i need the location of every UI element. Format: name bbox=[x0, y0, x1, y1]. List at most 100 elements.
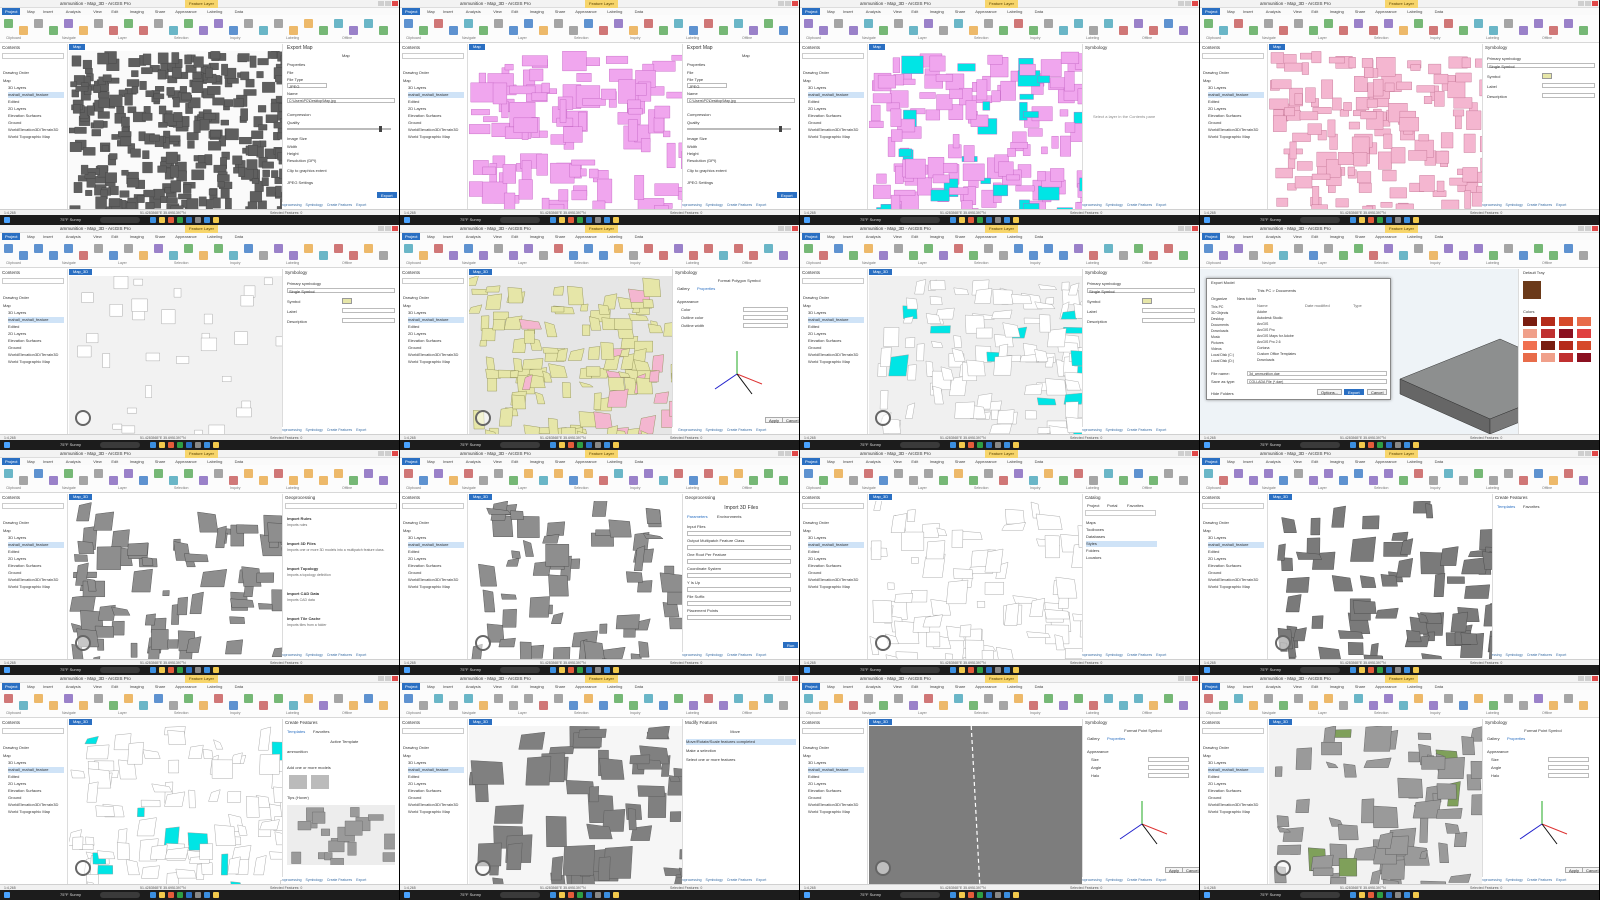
contents-layer-item[interactable]: Elevation Surfaces bbox=[408, 338, 464, 344]
ribbon-tab-map[interactable]: Map bbox=[27, 684, 35, 689]
contents-layer-item[interactable]: WorldElevation3D/Terrain3D bbox=[8, 577, 64, 583]
contents-layer-item[interactable]: mahall_mahall_feature bbox=[408, 317, 464, 323]
ribbon-tool-icon[interactable] bbox=[614, 469, 623, 478]
ribbon-tool-icon[interactable] bbox=[79, 251, 88, 260]
ribbon-tool-icon[interactable] bbox=[34, 469, 43, 478]
ribbon-tool-icon[interactable] bbox=[364, 19, 373, 28]
windows-start-icon[interactable] bbox=[404, 217, 410, 223]
ribbon-tab-analysis[interactable]: Analysis bbox=[866, 234, 881, 239]
ribbon-tab-project[interactable]: Project bbox=[2, 458, 21, 465]
ribbon-tool-icon[interactable] bbox=[1549, 26, 1558, 35]
ribbon-tab-share[interactable]: Share bbox=[1355, 684, 1366, 689]
taskbar-app-icon[interactable] bbox=[168, 667, 174, 673]
map-canvas[interactable] bbox=[469, 276, 672, 434]
taskbar-app-icon[interactable] bbox=[195, 892, 201, 898]
ribbon-tool-icon[interactable] bbox=[1089, 251, 1098, 260]
ribbon-tool-icon[interactable] bbox=[494, 694, 503, 703]
ribbon-tool-icon[interactable] bbox=[1074, 19, 1083, 28]
contents-layer-item[interactable]: 3D Layers bbox=[408, 760, 464, 766]
taskbar-app-icon[interactable] bbox=[1395, 892, 1401, 898]
taskbar-app-icon[interactable] bbox=[1386, 442, 1392, 448]
color-swatch[interactable] bbox=[1559, 329, 1573, 338]
ribbon-tool-icon[interactable] bbox=[1354, 694, 1363, 703]
bottom-tab-create-features[interactable]: Create Features bbox=[727, 203, 752, 207]
file-name-input[interactable]: 3d_ammunition.dae bbox=[1247, 371, 1387, 376]
ribbon-tool-icon[interactable] bbox=[109, 251, 118, 260]
contents-search-input[interactable] bbox=[2, 53, 64, 59]
ribbon-tab-project[interactable]: Project bbox=[402, 233, 421, 240]
contents-layer-item[interactable]: Map bbox=[3, 528, 59, 534]
ribbon-tab-labeling[interactable]: Labeling bbox=[1007, 9, 1022, 14]
nav-item[interactable]: Pictures bbox=[1211, 341, 1224, 345]
ribbon-tool-icon[interactable] bbox=[1294, 19, 1303, 28]
ribbon-tool-icon[interactable] bbox=[554, 469, 563, 478]
ribbon-tool-icon[interactable] bbox=[509, 701, 518, 710]
taskbar-app-icon[interactable] bbox=[1386, 217, 1392, 223]
ribbon-tool-icon[interactable] bbox=[49, 701, 58, 710]
contents-layer-item[interactable]: Edited bbox=[1208, 774, 1264, 780]
bottom-tab-export[interactable]: Export bbox=[1156, 878, 1166, 882]
map-view[interactable] bbox=[869, 276, 1082, 434]
ribbon-tool-icon[interactable] bbox=[1504, 19, 1513, 28]
bottom-tab-symbology[interactable]: Symbology bbox=[706, 203, 723, 207]
hide-folders-toggle[interactable]: Hide Folders bbox=[1211, 391, 1234, 396]
bottom-tab-symbology[interactable]: Symbology bbox=[306, 203, 323, 207]
outline-width-field[interactable] bbox=[743, 323, 789, 328]
ribbon-tool-icon[interactable] bbox=[244, 244, 253, 253]
ribbon-tab-insert[interactable]: Insert bbox=[443, 459, 453, 464]
ribbon-tool-icon[interactable] bbox=[349, 476, 358, 485]
taskbar-app-icon[interactable] bbox=[1350, 217, 1356, 223]
ribbon-tool-icon[interactable] bbox=[1044, 19, 1053, 28]
bottom-tab-export[interactable]: Export bbox=[1556, 203, 1566, 207]
ribbon-tool-icon[interactable] bbox=[1104, 244, 1113, 253]
contents-search-input[interactable] bbox=[2, 278, 64, 284]
ribbon-tab-share[interactable]: Share bbox=[555, 684, 566, 689]
taskbar-search[interactable] bbox=[1300, 667, 1340, 673]
map-canvas[interactable] bbox=[869, 276, 1082, 434]
catalog-tab[interactable]: Portal bbox=[1107, 503, 1117, 508]
taskbar-app-icon[interactable] bbox=[1404, 442, 1410, 448]
ribbon-tab-map[interactable]: Map bbox=[427, 9, 435, 14]
contents-layer-item[interactable]: Map bbox=[803, 303, 859, 309]
ribbon-tool-icon[interactable] bbox=[1309, 26, 1318, 35]
ribbon-tool-icon[interactable] bbox=[214, 244, 223, 253]
taskbar-app-icon[interactable] bbox=[586, 442, 592, 448]
ribbon-tool-icon[interactable] bbox=[289, 26, 298, 35]
taskbar-search[interactable] bbox=[100, 892, 140, 898]
ribbon-tool-icon[interactable] bbox=[19, 251, 28, 260]
windows-start-icon[interactable] bbox=[1204, 667, 1210, 673]
ribbon-tab-edit[interactable]: Edit bbox=[911, 459, 918, 464]
ribbon-tool-icon[interactable] bbox=[49, 251, 58, 260]
ribbon-tab-appearance[interactable]: Appearance bbox=[175, 234, 197, 239]
taskbar-app-icon[interactable] bbox=[204, 442, 210, 448]
ribbon-tool-icon[interactable] bbox=[1044, 694, 1053, 703]
ribbon-tool-icon[interactable] bbox=[364, 244, 373, 253]
ribbon-tool-icon[interactable] bbox=[64, 244, 73, 253]
ribbon-tab-imaging[interactable]: Imaging bbox=[1330, 684, 1344, 689]
ribbon-tab-insert[interactable]: Insert bbox=[843, 9, 853, 14]
contents-layer-item[interactable]: Edited bbox=[408, 324, 464, 330]
description-input[interactable] bbox=[1142, 318, 1195, 323]
ribbon-tool-icon[interactable] bbox=[1014, 469, 1023, 478]
taskbar-app-icon[interactable] bbox=[568, 667, 574, 673]
ribbon-tool-icon[interactable] bbox=[1294, 694, 1303, 703]
ribbon-tool-icon[interactable] bbox=[644, 244, 653, 253]
ribbon-tool-icon[interactable] bbox=[1399, 476, 1408, 485]
ribbon-tool-icon[interactable] bbox=[1029, 701, 1038, 710]
taskbar-app-icon[interactable] bbox=[968, 892, 974, 898]
apply-button[interactable]: Apply bbox=[765, 417, 784, 423]
ribbon-tab-appearance[interactable]: Appearance bbox=[575, 234, 597, 239]
map-view[interactable] bbox=[1269, 726, 1482, 884]
contents-layer-item[interactable]: World Topographic Map bbox=[808, 359, 864, 365]
ribbon-tab-map[interactable]: Map bbox=[427, 234, 435, 239]
taskbar-app-icon[interactable] bbox=[1413, 217, 1419, 223]
ribbon-tool-icon[interactable] bbox=[1384, 244, 1393, 253]
taskbar-app-icon[interactable] bbox=[586, 667, 592, 673]
taskbar-app-icon[interactable] bbox=[1368, 892, 1374, 898]
ribbon-tab-insert[interactable]: Insert bbox=[443, 684, 453, 689]
contents-layer-item[interactable]: Elevation Surfaces bbox=[8, 338, 64, 344]
contents-layer-item[interactable]: Edited bbox=[408, 99, 464, 105]
ribbon-tab-share[interactable]: Share bbox=[155, 684, 166, 689]
ribbon-tab-edit[interactable]: Edit bbox=[1311, 234, 1318, 239]
ribbon-tab-view[interactable]: View bbox=[493, 9, 502, 14]
